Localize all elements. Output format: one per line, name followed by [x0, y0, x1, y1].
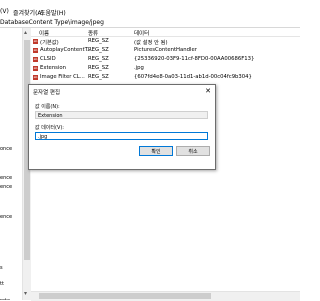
value-name-field: Extension: [35, 111, 208, 119]
column-header-type[interactable]: 종류: [88, 29, 98, 37]
tree-item[interactable]: tt: [0, 281, 4, 287]
close-icon[interactable]: ✕: [205, 87, 211, 95]
scroll-thumb[interactable]: [39, 293, 211, 299]
value-type: REG_SZ: [88, 38, 109, 44]
scroll-down-icon[interactable]: ▾: [24, 290, 27, 297]
column-header-data[interactable]: 데이터: [134, 29, 149, 37]
table-row[interactable]: ab (기본값) REG_SZ (값 설정 안 됨): [31, 38, 300, 46]
value-data: {607fd4e8-0a03-11d1-ab1d-00c04fc9b304}: [134, 74, 252, 80]
address-path: DatabaseContent Type\image/jpeg: [0, 19, 104, 26]
cancel-button[interactable]: 취소: [176, 146, 210, 156]
menu-bar: (V) 즐겨찾기(A) 도움말(H): [0, 0, 300, 17]
edit-string-dialog: 문자열 편집 ✕ 값 이름(N): Extension 값 데이터(V): .j…: [28, 84, 216, 170]
value-type: REG_SZ: [88, 65, 109, 71]
column-header-name[interactable]: 이름: [39, 29, 49, 37]
value-name: CLSID: [40, 56, 56, 62]
menu-view[interactable]: (V): [0, 8, 9, 15]
value-data: PicturesContentHandler: [134, 47, 197, 53]
string-value-icon: ab: [33, 75, 38, 80]
dialog-title: 문자열 편집: [33, 90, 61, 96]
value-name: Extension: [40, 65, 67, 71]
value-type: REG_SZ: [88, 47, 109, 53]
string-value-icon: ab: [33, 57, 38, 62]
tree-item[interactable]: ence: [0, 214, 12, 220]
tree-item[interactable]: once: [0, 146, 12, 152]
value-data: {25336920-03F9-11cf-8FD0-00AA00686F13}: [134, 56, 255, 62]
tree-item[interactable]: ence: [0, 184, 12, 190]
table-row[interactable]: ab CLSID REG_SZ {25336920-03F9-11cf-8FD0…: [31, 56, 300, 64]
value-data-label: 값 데이터(V):: [35, 125, 64, 131]
tree-item[interactable]: ence: [0, 175, 12, 181]
key-tree-pane[interactable]: once ence ence ence s tt roto: [0, 28, 22, 300]
table-row[interactable]: ab AutoplayContentT... REG_SZ PicturesCo…: [31, 47, 300, 55]
table-row[interactable]: ab Extension REG_SZ .jpg: [31, 65, 300, 73]
value-data-input[interactable]: .jpg: [35, 132, 208, 140]
string-value-icon: ab: [33, 39, 38, 44]
table-row[interactable]: ab Image Filter CL... REG_SZ {607fd4e8-0…: [31, 74, 300, 82]
value-type: REG_SZ: [88, 74, 109, 80]
value-data: .jpg: [134, 65, 144, 71]
list-header: 이름 종류 데이터: [31, 28, 300, 37]
menu-help[interactable]: 도움말(H): [40, 8, 66, 17]
scroll-up-icon[interactable]: ▴: [24, 29, 27, 36]
string-value-icon: ab: [33, 66, 38, 71]
ok-button[interactable]: 확인: [139, 146, 173, 156]
tree-item[interactable]: s: [0, 265, 3, 271]
value-name-label: 값 이름(N):: [35, 104, 60, 110]
value-type: REG_SZ: [88, 56, 109, 62]
value-name: (기본값): [40, 40, 59, 46]
string-value-icon: ab: [33, 48, 38, 53]
value-name: AutoplayContentT...: [40, 47, 93, 53]
value-name: Image Filter CL...: [40, 74, 85, 80]
address-bar[interactable]: DatabaseContent Type\image/jpeg: [0, 17, 300, 28]
value-data: (값 설정 안 됨): [134, 40, 168, 46]
